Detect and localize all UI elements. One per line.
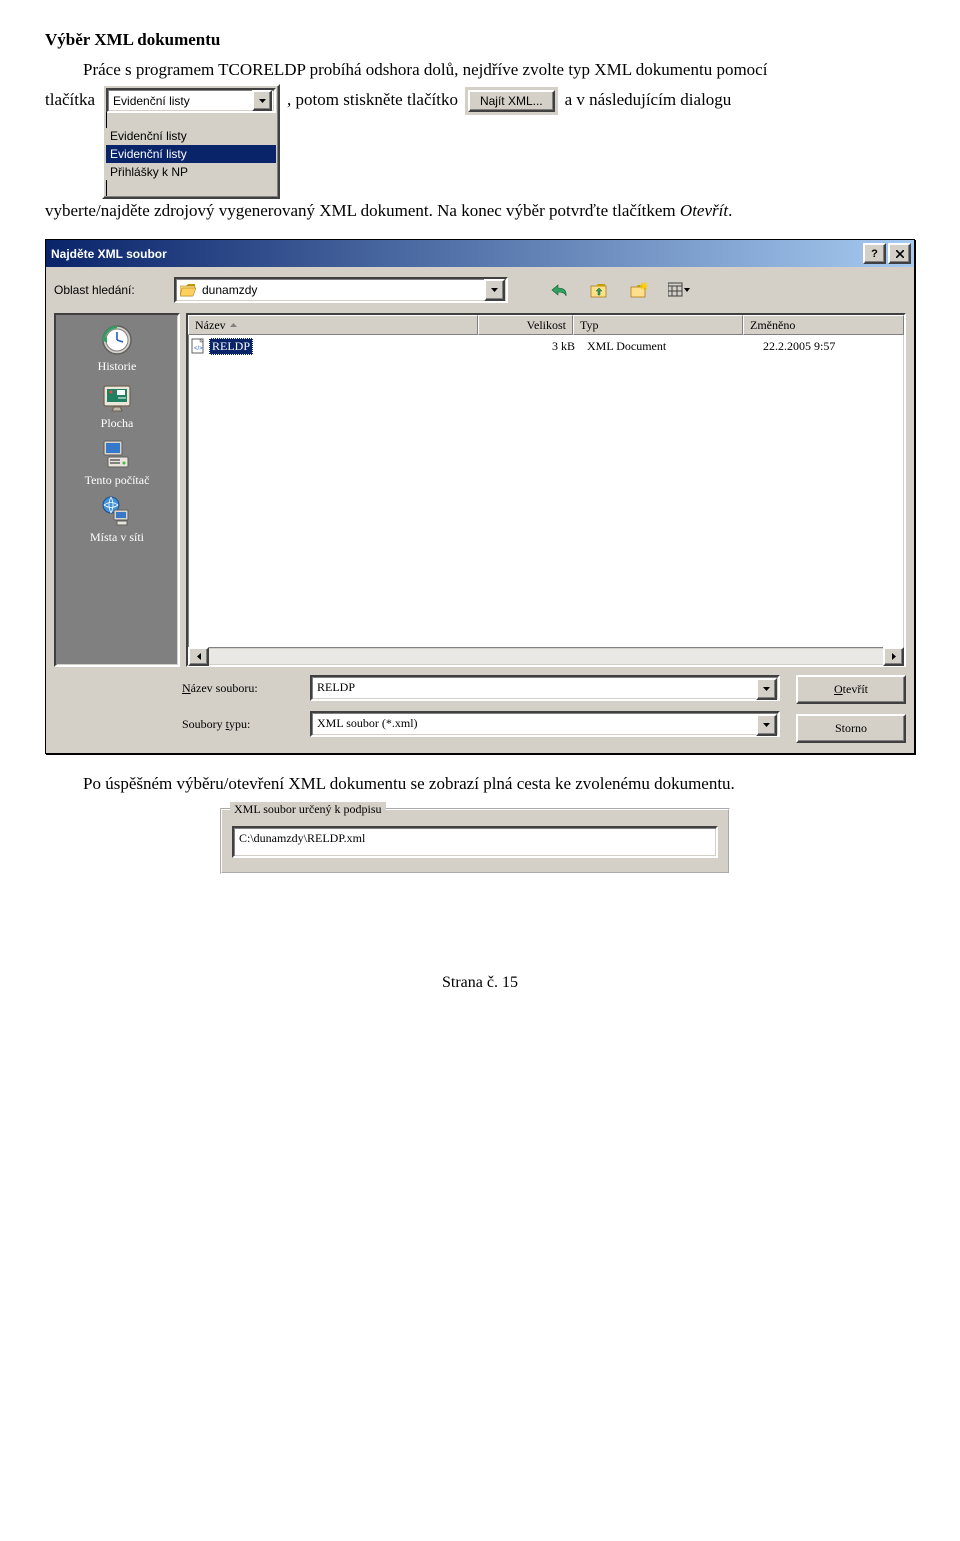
lookin-dropdown-icon[interactable]	[484, 279, 505, 301]
intro-text: Práce s programem TCORELDP probíhá odsho…	[83, 60, 915, 80]
file-list-pane: Název Velikost Typ Změněno	[186, 313, 906, 667]
network-icon	[100, 494, 134, 528]
filetype-label: Soubory typu:	[182, 717, 302, 732]
history-icon	[100, 323, 134, 357]
dropdown-arrow-icon[interactable]	[252, 90, 272, 111]
sidebar-label: Místa v síti	[90, 530, 144, 545]
up-folder-icon[interactable]	[588, 279, 610, 301]
line2-t1: tlačítka	[45, 90, 95, 110]
filetype-dropdown-icon[interactable]	[756, 714, 777, 736]
sidebar-network[interactable]: Místa v síti	[90, 494, 144, 545]
back-icon[interactable]	[548, 279, 570, 301]
file-name: RELDP	[209, 338, 253, 355]
new-folder-icon[interactable]	[628, 279, 650, 301]
dropdown-selected[interactable]: Evidenční listy	[110, 94, 252, 108]
find-xml-button-screenshot: Najít XML...	[465, 87, 558, 115]
xml-path-field[interactable]: C:\dunamzdy\RELDP.xml	[232, 826, 718, 858]
file-modified: 22.2.2005 9:57	[757, 339, 902, 354]
file-size: 3 kB	[480, 339, 581, 354]
dialog-titlebar: Najděte XML soubor ?	[46, 240, 914, 267]
sidebar-label: Historie	[98, 359, 137, 374]
dropdown-option-selected[interactable]: Evidenční listy	[106, 145, 276, 163]
dropdown-option[interactable]: Evidenční listy	[106, 127, 276, 145]
sidebar-label: Tento počítač	[85, 473, 150, 488]
open-file-dialog: Najděte XML soubor ? Oblast hledání: dun…	[45, 239, 915, 754]
desktop-icon	[100, 380, 134, 414]
filetype-combo[interactable]: XML soubor (*.xml)	[310, 711, 780, 737]
line-2: tlačítka Evidenční listy Evidenční listy…	[45, 84, 915, 199]
cancel-button[interactable]: Storno	[796, 714, 906, 743]
line2-t2: , potom stiskněte tlačítko	[287, 90, 458, 110]
close-button[interactable]	[888, 243, 911, 264]
filename-value: RELDP	[312, 677, 755, 699]
filename-dropdown-icon[interactable]	[756, 678, 777, 700]
col-name[interactable]: Název	[188, 315, 478, 335]
folder-open-icon	[180, 283, 196, 297]
xml-path-groupbox: XML soubor určený k podpisu C:\dunamzdy\…	[220, 808, 730, 874]
file-type: XML Document	[581, 339, 757, 354]
find-xml-button[interactable]: Najít XML...	[468, 90, 555, 112]
computer-icon	[100, 437, 134, 471]
lookin-value: dunamzdy	[200, 283, 483, 297]
help-button[interactable]: ?	[863, 243, 886, 264]
dropdown-option[interactable]: Přihlášky k NP	[106, 163, 276, 181]
lookin-label: Oblast hledání:	[54, 283, 164, 297]
sidebar-label: Plocha	[101, 416, 134, 431]
dialog-title: Najděte XML soubor	[51, 247, 863, 261]
col-name-label: Název	[195, 318, 226, 333]
lookin-combo[interactable]: dunamzdy	[174, 277, 508, 303]
dropdown-screenshot: Evidenční listy Evidenční listy Evidenčn…	[102, 84, 280, 199]
sort-asc-icon	[230, 323, 237, 327]
groupbox-legend: XML soubor určený k podpisu	[230, 802, 386, 817]
places-sidebar: Historie Plocha Tento počítač	[54, 313, 180, 667]
filetype-value: XML soubor (*.xml)	[312, 713, 755, 735]
scroll-right-icon[interactable]	[883, 647, 904, 666]
line3-t2: .	[728, 201, 732, 220]
filename-label: Název souboru:	[182, 681, 302, 696]
line-3: vyberte/najděte zdrojový vygenerovaný XM…	[45, 201, 915, 221]
page-heading: Výběr XML dokumentu	[45, 30, 915, 50]
horizontal-scrollbar[interactable]	[188, 647, 904, 665]
scroll-left-icon[interactable]	[188, 647, 209, 666]
line3-italic: Otevřít	[680, 201, 728, 220]
file-row[interactable]: </> RELDP 3 kB XML Document 22.2.2005 9:…	[190, 337, 902, 355]
col-type[interactable]: Typ	[573, 315, 743, 335]
page-footer: Strana č. 15	[45, 974, 915, 992]
svg-text:</>: </>	[194, 346, 203, 352]
sidebar-mycomputer[interactable]: Tento počítač	[85, 437, 150, 488]
line2-t3: a v následujícím dialogu	[565, 90, 732, 110]
sidebar-history[interactable]: Historie	[98, 323, 137, 374]
line3-t1: vyberte/najděte zdrojový vygenerovaný XM…	[45, 201, 680, 220]
xml-file-icon: </>	[190, 338, 206, 354]
col-size[interactable]: Velikost	[478, 315, 573, 335]
view-menu-icon[interactable]	[668, 279, 690, 301]
col-modified[interactable]: Změněno	[743, 315, 904, 335]
column-headers: Název Velikost Typ Změněno	[188, 315, 904, 335]
filename-combo[interactable]: RELDP	[310, 675, 780, 701]
sidebar-desktop[interactable]: Plocha	[100, 380, 134, 431]
open-button[interactable]: Otevřít	[796, 675, 906, 704]
after-dialog-text: Po úspěšném výběru/otevření XML dokument…	[83, 774, 915, 794]
